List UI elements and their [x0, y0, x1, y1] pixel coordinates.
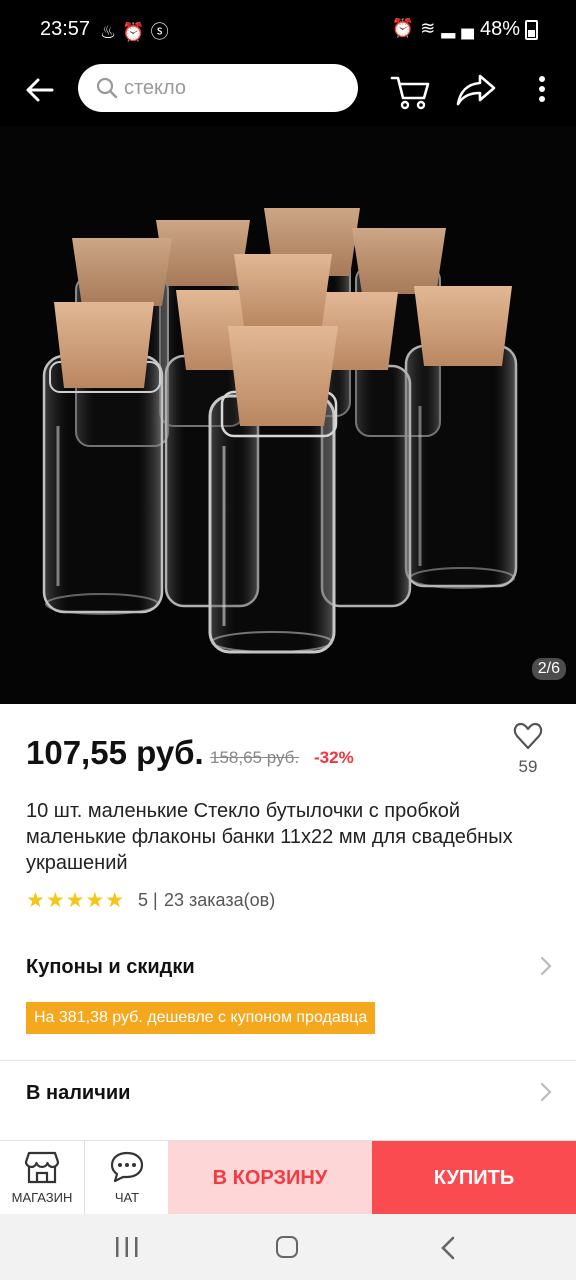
discount-badge: -32% [314, 748, 354, 767]
more-button[interactable] [530, 70, 554, 110]
heart-icon [513, 722, 543, 750]
wishlist-count: 59 [518, 757, 538, 776]
product-image-gallery[interactable]: 2/6 [0, 126, 576, 704]
share-icon [456, 74, 496, 106]
coupons-row[interactable]: Купоны и скидки [0, 946, 576, 990]
recent-apps-icon[interactable] [114, 1236, 140, 1258]
product-title: 10 шт. маленькие Стекло бутылочки с проб… [26, 800, 513, 874]
chevron-right-icon [540, 956, 552, 976]
store-button[interactable]: МАГАЗИН [0, 1141, 85, 1215]
store-icon [24, 1151, 60, 1184]
store-label: МАГАЗИН [11, 1190, 73, 1205]
nav-back-icon[interactable] [440, 1236, 456, 1260]
back-button[interactable] [22, 72, 58, 108]
divider [0, 1060, 576, 1061]
search-icon [96, 77, 118, 99]
add-to-cart-button[interactable]: В КОРЗИНУ [168, 1141, 372, 1215]
gallery-page-indicator: 2/6 [531, 658, 566, 680]
star-rating-icon: ★★★★★ [26, 889, 126, 912]
chat-button[interactable]: ЧАТ [85, 1141, 169, 1215]
chat-label: ЧАТ [114, 1190, 140, 1205]
notification-icon: ♨ [100, 22, 123, 42]
search-field[interactable]: стекло [78, 64, 358, 112]
home-icon[interactable] [276, 1236, 298, 1258]
signal-icon: ▂▄ [441, 18, 480, 38]
coupons-title: Купоны и скидки [26, 956, 195, 978]
bottom-action-bar: МАГАЗИН ЧАТ В КОРЗИНУ КУПИТЬ [0, 1140, 576, 1215]
status-time: 23:57 [40, 18, 91, 40]
search-placeholder: стекло [124, 77, 187, 99]
status-bar: 23:57 ♨⏰ⓢ ⏰≋▂▄ 48% [0, 0, 576, 56]
product-photo-glass-bottles [42, 208, 518, 654]
chevron-right-icon [540, 1082, 552, 1102]
rating-value: 5 [138, 890, 149, 910]
more-vert-icon [539, 76, 545, 102]
status-left-icons: ♨⏰ⓢ [100, 18, 175, 44]
old-price: 158,65 руб. [210, 748, 300, 767]
coupon-tag[interactable]: На 381,38 руб. дешевле с купоном продавц… [26, 1002, 376, 1034]
status-right-icons: ⏰≋▂▄ [392, 18, 480, 39]
cart-icon [390, 76, 430, 110]
buy-now-button[interactable]: КУПИТЬ [372, 1141, 576, 1215]
rating-row[interactable]: ★★★★★ 5 | 23 заказа(ов) [26, 888, 426, 914]
back-arrow-icon [26, 78, 54, 102]
orders-count: 23 заказа(ов) [164, 890, 276, 910]
wishlist-button[interactable]: 59 [506, 722, 550, 786]
stock-title: В наличии [26, 1082, 131, 1104]
shazam-icon: ⓢ [150, 22, 175, 42]
current-price: 107,55 руб. [26, 734, 204, 771]
rating-separator: | [153, 890, 158, 910]
chat-icon [110, 1151, 144, 1183]
alarm-icon: ⏰ [391, 18, 421, 38]
top-bar: стекло [0, 56, 576, 126]
wifi-icon: ≋ [420, 18, 442, 38]
system-nav-bar [0, 1214, 576, 1280]
price-row: 107,55 руб. 158,65 руб. -32% [26, 734, 546, 778]
share-button[interactable] [454, 70, 498, 110]
battery-icon [525, 20, 538, 40]
alarm-icon: ⏰ [122, 22, 151, 42]
stock-row[interactable]: В наличии [0, 1072, 576, 1116]
battery-percent: 48% [479, 18, 520, 40]
cart-button[interactable] [388, 68, 432, 112]
